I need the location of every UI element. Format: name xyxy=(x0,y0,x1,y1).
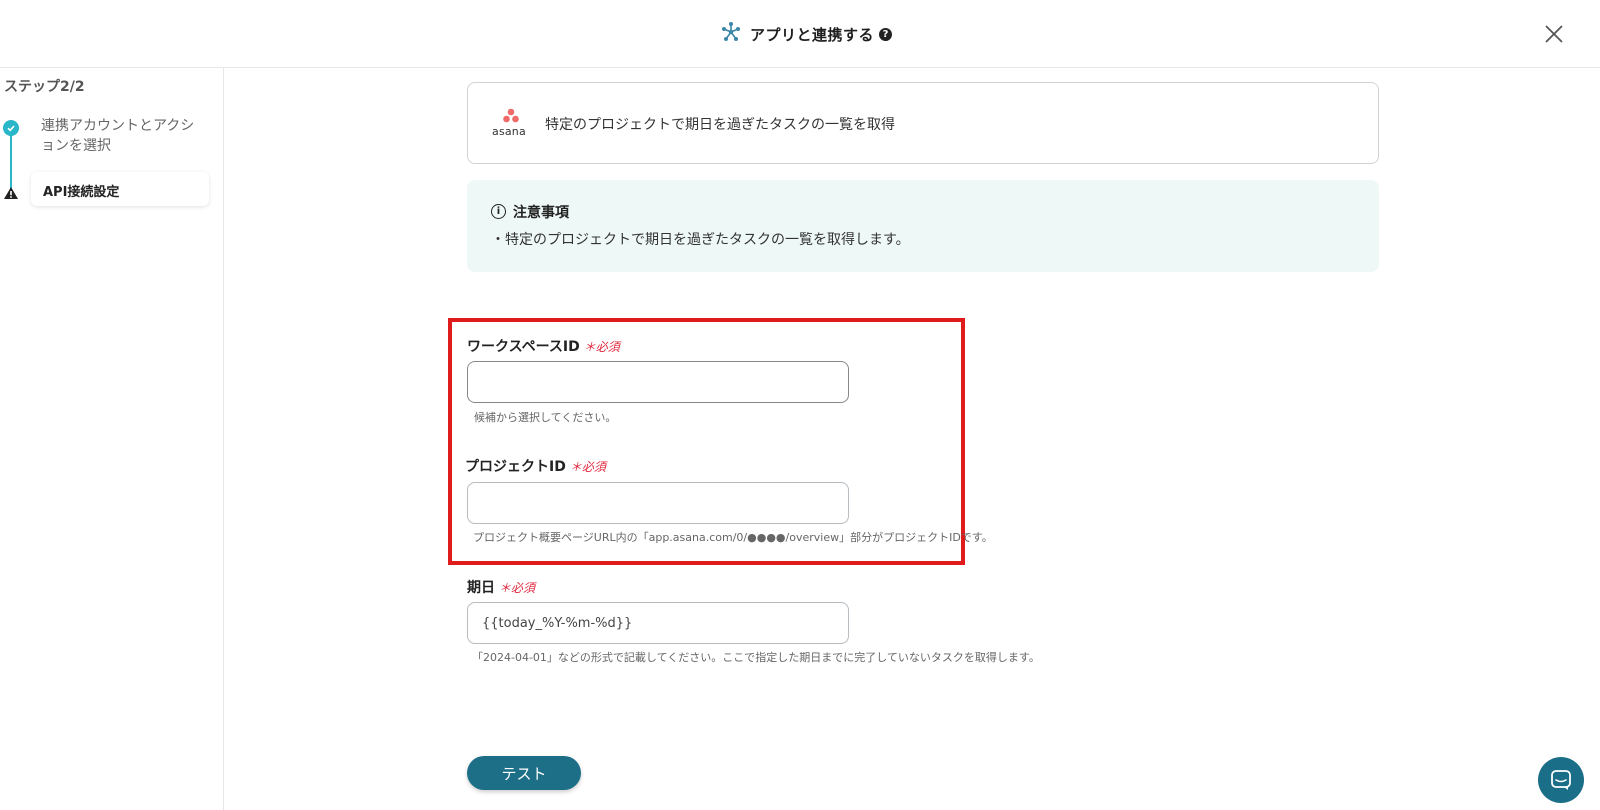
step-sidebar: ステップ2/2 連携アカウントとアクションを選択 API接続設定 xyxy=(0,68,224,810)
workspace-id-input[interactable] xyxy=(467,361,849,403)
notice-body: ・特定のプロジェクトで期日を過ぎたタスクの一覧を取得します。 xyxy=(491,232,910,248)
step-item-api-settings[interactable]: API接続設定 xyxy=(31,172,209,206)
check-icon xyxy=(3,120,19,136)
close-icon xyxy=(1545,25,1563,43)
chat-support-button[interactable] xyxy=(1538,757,1584,803)
workspace-id-hint: 候補から選択してください。 xyxy=(474,411,617,424)
action-description: 特定のプロジェクトで期日を過ぎたタスクの一覧を取得 xyxy=(545,117,895,133)
app-connect-icon xyxy=(720,21,742,47)
close-button[interactable] xyxy=(1540,20,1568,48)
step-item-select-action[interactable]: 連携アカウントとアクションを選択 xyxy=(41,116,201,156)
warning-icon xyxy=(3,185,19,199)
step-connector-line xyxy=(10,128,12,190)
due-date-hint: 「2024-04-01」などの形式で記載してください。ここで指定した期日までに完… xyxy=(472,651,1040,664)
test-button[interactable]: テスト xyxy=(467,756,581,790)
project-id-input[interactable] xyxy=(467,482,849,524)
due-date-input[interactable] xyxy=(467,602,849,644)
asana-logo-text: asana xyxy=(492,125,526,138)
required-badge: ＊必須 xyxy=(499,581,536,595)
app-action-card: asana 特定のプロジェクトで期日を過ぎたタスクの一覧を取得 xyxy=(467,82,1379,164)
required-badge: ＊必須 xyxy=(583,340,620,354)
info-icon: i xyxy=(491,204,506,219)
page-title: アプリと連携する xyxy=(750,25,875,44)
help-icon[interactable]: ? xyxy=(879,27,893,41)
notice-box: i 注意事項 ・特定のプロジェクトで期日を過ぎたタスクの一覧を取得します。 xyxy=(467,180,1379,272)
chat-icon xyxy=(1551,770,1571,790)
required-badge: ＊必須 xyxy=(569,460,606,474)
header-title-group: アプリと連携する ? xyxy=(720,21,893,47)
workspace-id-label: ワークスペースID ＊必須 xyxy=(467,339,620,355)
due-date-label: 期日 ＊必須 xyxy=(467,580,536,596)
step-indicator: ステップ2/2 xyxy=(4,79,85,95)
project-id-hint: プロジェクト概要ページURL内の「app.asana.com/0/●●●●/ov… xyxy=(473,531,993,544)
project-id-label: プロジェクトID ＊必須 xyxy=(465,459,606,475)
modal-header: アプリと連携する ? xyxy=(0,0,1600,68)
notice-title: 注意事項 xyxy=(513,205,569,221)
